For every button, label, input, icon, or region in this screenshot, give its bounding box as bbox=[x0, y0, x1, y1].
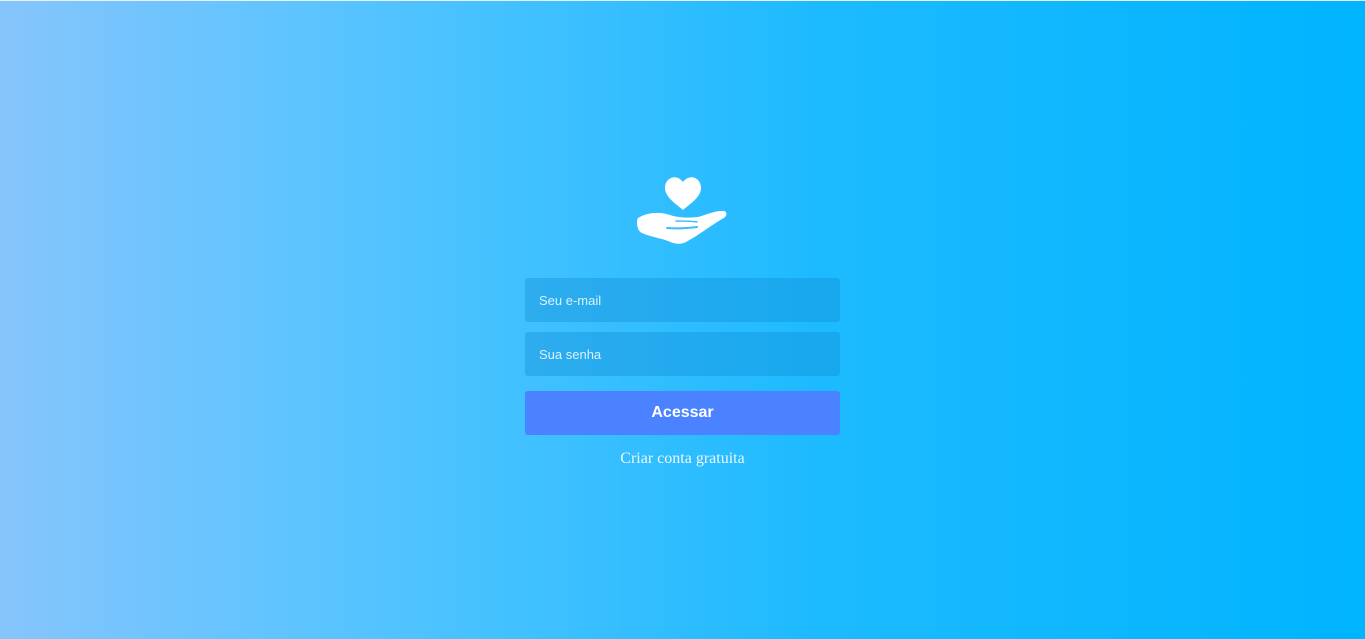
email-field[interactable] bbox=[525, 278, 840, 322]
login-panel: Acessar Criar conta gratuita bbox=[525, 173, 840, 468]
login-button[interactable]: Acessar bbox=[525, 391, 840, 435]
hand-holding-heart-icon bbox=[637, 177, 727, 244]
create-account-link[interactable]: Criar conta gratuita bbox=[525, 450, 840, 468]
password-field[interactable] bbox=[525, 332, 840, 376]
